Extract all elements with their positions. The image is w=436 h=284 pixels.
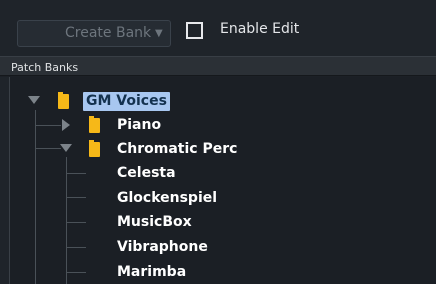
tree-divider [9,77,10,284]
tree-node-patch[interactable]: Vibraphone [117,239,208,255]
folder-icon [58,92,69,109]
tree-connector [66,222,86,223]
tree-node-gm-voices[interactable]: GM Voices [83,92,170,111]
tree-node-patch[interactable]: Marimba [117,264,186,280]
create-bank-label: Create Bank [65,25,152,41]
tree-connector [66,247,86,248]
tree-node-patch[interactable]: Glockenspiel [117,190,217,206]
tree-connector [35,125,61,126]
chevron-down-icon: ▼ [155,28,163,39]
tree-connector [35,110,36,284]
expand-arrow-icon[interactable] [28,96,40,104]
tree-node-piano[interactable]: Piano [117,117,161,133]
tree-left-border [0,77,9,284]
expand-arrow-icon[interactable] [60,144,72,152]
panel-title: Patch Banks [11,61,79,74]
tree-node-patch[interactable]: MusicBox [117,214,192,230]
tree-connector [66,173,86,174]
enable-edit-checkbox[interactable] [186,22,203,39]
panel-header: Patch Banks [0,56,436,76]
tree-node-patch[interactable]: Celesta [117,165,176,181]
tree-connector [66,272,86,273]
toolbar: Create Bank ▼ Enable Edit [0,0,436,56]
create-bank-button[interactable]: Create Bank ▼ [17,20,171,47]
patch-bank-tree[interactable]: GM Voices Piano Chromatic Perc Celesta G… [0,77,436,284]
folder-icon [89,116,100,133]
tree-node-chromatic-perc[interactable]: Chromatic Perc [117,141,237,157]
enable-edit-label: Enable Edit [220,21,300,37]
tree-connector [66,157,67,284]
tree-connector [66,197,86,198]
collapse-arrow-icon[interactable] [62,119,70,131]
tree-connector [35,148,61,149]
folder-icon [89,140,100,157]
